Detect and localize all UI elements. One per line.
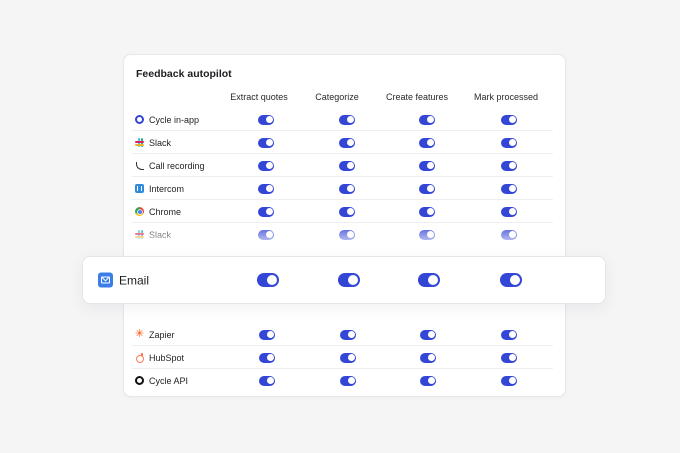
toggle-extract-quotes[interactable] bbox=[259, 329, 275, 340]
row-label: Slack bbox=[149, 229, 172, 240]
toggle-categorize[interactable] bbox=[338, 273, 360, 287]
row-label: Cycle API bbox=[149, 375, 189, 386]
toggle-mark-processed[interactable] bbox=[501, 137, 517, 148]
toggle-categorize[interactable] bbox=[340, 375, 356, 386]
toggle-extract-quotes[interactable] bbox=[258, 206, 274, 217]
toggle-extract-quotes[interactable] bbox=[258, 160, 274, 171]
row-label: Cycle in-app bbox=[149, 114, 200, 125]
toggle-extract-quotes[interactable] bbox=[258, 114, 274, 125]
toggle-mark-processed[interactable] bbox=[501, 352, 517, 363]
toggle-mark-processed[interactable] bbox=[501, 375, 517, 386]
column-header-mark-processed: Mark processed bbox=[473, 92, 539, 102]
table-row: Chrome bbox=[124, 200, 565, 223]
slack-icon bbox=[135, 138, 144, 147]
toggle-categorize[interactable] bbox=[339, 160, 355, 171]
email-icon bbox=[98, 272, 113, 288]
toggle-categorize[interactable] bbox=[340, 329, 356, 340]
table-row: Intercom bbox=[124, 177, 565, 200]
row-label: Slack bbox=[149, 137, 172, 148]
toggle-extract-quotes[interactable] bbox=[259, 375, 275, 386]
cycle-api-icon bbox=[135, 376, 144, 385]
toggle-extract-quotes[interactable] bbox=[258, 229, 274, 240]
toggle-mark-processed[interactable] bbox=[501, 329, 517, 340]
toggle-create-features[interactable] bbox=[420, 329, 436, 340]
feedback-autopilot-card: Feedback autopilot Extract quotes Catego… bbox=[123, 54, 566, 397]
chrome-icon bbox=[135, 207, 144, 216]
toggle-extract-quotes[interactable] bbox=[259, 352, 275, 363]
hubspot-icon bbox=[135, 353, 144, 363]
row-label: Intercom bbox=[149, 183, 185, 194]
toggle-categorize[interactable] bbox=[339, 229, 355, 240]
toggle-mark-processed[interactable] bbox=[501, 114, 517, 125]
card-title: Feedback autopilot bbox=[136, 68, 232, 80]
toggle-mark-processed[interactable] bbox=[501, 206, 517, 217]
toggle-categorize[interactable] bbox=[339, 183, 355, 194]
toggle-create-features[interactable] bbox=[419, 206, 435, 217]
row-label: Chrome bbox=[149, 206, 182, 217]
row-label: Call recording bbox=[149, 160, 205, 171]
toggle-create-features[interactable] bbox=[420, 375, 436, 386]
phone-icon bbox=[135, 161, 144, 170]
toggle-mark-processed[interactable] bbox=[501, 183, 517, 194]
column-header-extract-quotes: Extract quotes bbox=[230, 92, 288, 102]
email-row-highlight: Email bbox=[82, 256, 606, 304]
toggle-create-features[interactable] bbox=[419, 183, 435, 194]
toggle-mark-processed[interactable] bbox=[500, 273, 522, 287]
table-row: Slack bbox=[124, 131, 565, 154]
toggle-create-features[interactable] bbox=[419, 137, 435, 148]
toggle-extract-quotes[interactable] bbox=[258, 137, 274, 148]
toggle-create-features[interactable] bbox=[420, 352, 436, 363]
toggle-extract-quotes[interactable] bbox=[257, 273, 279, 287]
table-row: Call recording bbox=[124, 154, 565, 177]
table-row: HubSpot bbox=[124, 346, 565, 369]
toggle-mark-processed[interactable] bbox=[501, 229, 517, 240]
email-label: Email bbox=[119, 273, 150, 287]
toggle-create-features[interactable] bbox=[419, 160, 435, 171]
intercom-icon bbox=[135, 184, 144, 193]
toggle-extract-quotes[interactable] bbox=[258, 183, 274, 194]
fade-overlay bbox=[124, 305, 565, 323]
column-header-categorize: Categorize bbox=[315, 92, 359, 102]
cycle-icon bbox=[135, 115, 144, 124]
table-row: ✳ Zapier bbox=[124, 323, 565, 346]
column-header-create-features: Create features bbox=[385, 92, 449, 102]
toggle-categorize[interactable] bbox=[339, 206, 355, 217]
toggle-create-features[interactable] bbox=[419, 114, 435, 125]
table-row: Cycle in-app bbox=[124, 108, 565, 131]
toggle-create-features[interactable] bbox=[419, 229, 435, 240]
toggle-mark-processed[interactable] bbox=[501, 160, 517, 171]
zapier-icon: ✳ bbox=[135, 328, 145, 340]
toggle-create-features[interactable] bbox=[418, 273, 440, 287]
toggle-categorize[interactable] bbox=[340, 352, 356, 363]
row-label: Zapier bbox=[149, 329, 175, 340]
toggle-categorize[interactable] bbox=[339, 114, 355, 125]
table-row: Slack bbox=[124, 223, 565, 246]
slack-icon bbox=[135, 230, 144, 239]
table-row: Cycle API bbox=[124, 369, 565, 392]
row-label: HubSpot bbox=[149, 352, 185, 363]
toggle-categorize[interactable] bbox=[339, 137, 355, 148]
